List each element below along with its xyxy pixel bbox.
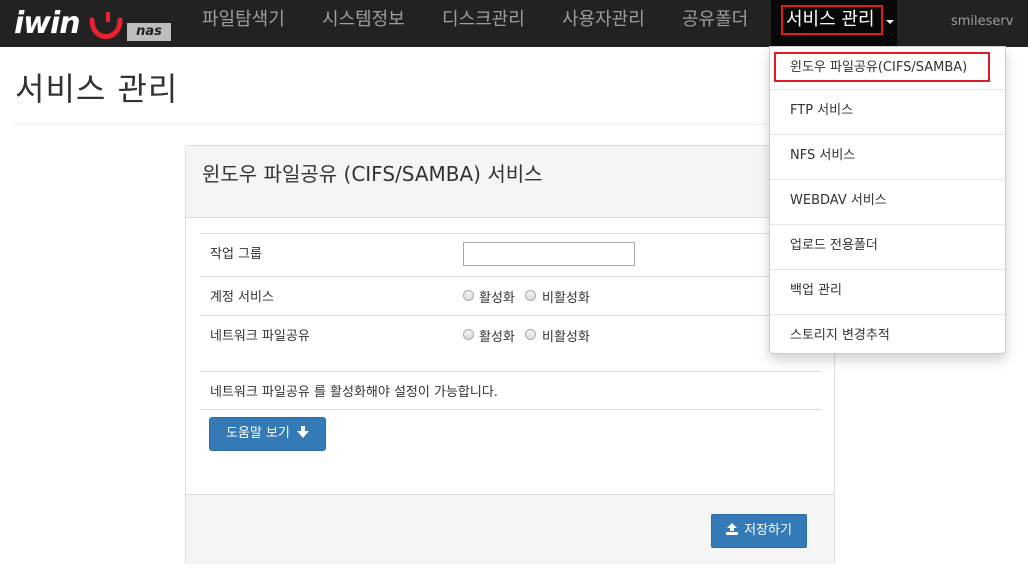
nav-shared-folder[interactable]: 공유폴더 [682, 0, 748, 47]
account-service-enable-label[interactable]: 활성화 [479, 287, 515, 306]
dropdown-item-webdav[interactable]: WEBDAV 서비스 [770, 179, 1005, 223]
dropdown-item-backup[interactable]: 백업 관리 [770, 269, 1005, 313]
network-share-disable-label[interactable]: 비활성화 [542, 326, 590, 345]
network-share-label: 네트워크 파일공유 [210, 329, 310, 344]
info-message: 네트워크 파일공유 를 활성화해야 설정이 가능합니다. [210, 385, 498, 400]
panel-title: 윈도우 파일공유 (CIFS/SAMBA) 서비스 [202, 162, 543, 186]
help-button-label: 도움말 보기 [225, 426, 290, 441]
nav-disk-management[interactable]: 디스크관리 [442, 0, 525, 47]
nav-user-management[interactable]: 사용자관리 [562, 0, 645, 47]
network-share-enable-label[interactable]: 활성화 [479, 326, 515, 345]
workgroup-input[interactable] [463, 242, 635, 266]
caret-down-icon[interactable] [886, 20, 894, 24]
logo-badge: nas [127, 23, 171, 41]
save-button-label: 저장하기 [744, 523, 792, 538]
top-navbar: iwin nas 파일탐색기 시스템정보 디스크관리 사용자관리 공유폴더 서비… [0, 0, 1028, 47]
samba-settings-panel: 윈도우 파일공유 (CIFS/SAMBA) 서비스 작업 그룹 계정 서비스 활… [185, 145, 835, 565]
upload-icon [726, 523, 738, 535]
page-title: 서비스 관리 [15, 70, 179, 108]
page-divider [14, 124, 774, 125]
logo-text: iwin [14, 6, 81, 41]
network-share-disable-radio[interactable] [525, 329, 536, 340]
nav-service-management[interactable]: 서비스 관리 [786, 0, 875, 40]
save-button[interactable]: 저장하기 [711, 514, 807, 548]
workgroup-label: 작업 그룹 [210, 247, 262, 262]
account-service-label: 계정 서비스 [210, 290, 274, 305]
dropdown-item-samba[interactable]: 윈도우 파일공유(CIFS/SAMBA) [770, 47, 1005, 88]
help-button[interactable]: 도움말 보기 [209, 417, 326, 451]
dropdown-item-ftp[interactable]: FTP 서비스 [770, 89, 1005, 133]
nav-file-explorer[interactable]: 파일탐색기 [202, 0, 285, 47]
account-service-disable-label[interactable]: 비활성화 [542, 287, 590, 306]
account-service-disable-radio[interactable] [525, 290, 536, 301]
arrow-down-icon [297, 426, 310, 438]
logo-smile-icon [89, 12, 123, 39]
panel-footer: 저장하기 [186, 494, 834, 565]
dropdown-item-upload-folder[interactable]: 업로드 전용폴더 [770, 224, 1005, 268]
panel-header: 윈도우 파일공유 (CIFS/SAMBA) 서비스 [186, 146, 834, 218]
dropdown-item-nfs[interactable]: NFS 서비스 [770, 134, 1005, 178]
dropdown-item-storage-tracking[interactable]: 스토리지 변경추적 [770, 314, 1005, 358]
user-menu[interactable]: smileserv [951, 0, 1013, 44]
service-dropdown-menu: 윈도우 파일공유(CIFS/SAMBA) FTP 서비스 NFS 서비스 WEB… [769, 46, 1006, 354]
nav-system-info[interactable]: 시스템정보 [322, 0, 405, 47]
network-share-enable-radio[interactable] [463, 329, 474, 340]
account-service-enable-radio[interactable] [463, 290, 474, 301]
